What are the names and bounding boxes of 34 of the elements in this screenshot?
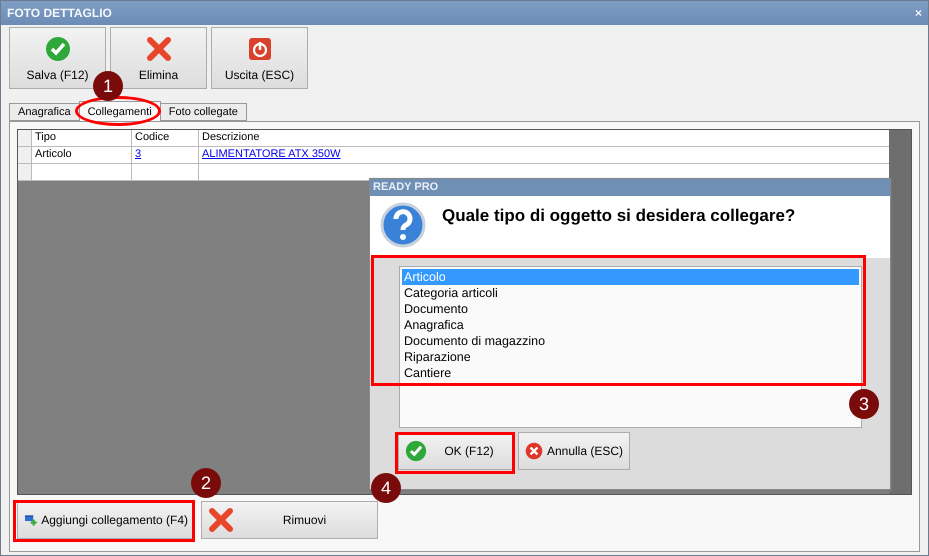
dialog-question: Quale tipo di oggetto si desidera collegare? bbox=[442, 205, 796, 227]
cross-icon bbox=[146, 36, 172, 62]
check-icon bbox=[405, 440, 427, 462]
power-icon bbox=[246, 36, 272, 62]
row-header bbox=[18, 130, 31, 146]
toolbar-button[interactable]: Salva (F12) bbox=[9, 27, 106, 89]
row-header bbox=[18, 164, 31, 180]
toolbar-button[interactable]: Elimina bbox=[110, 27, 207, 89]
list-item[interactable]: Documento di magazzino bbox=[402, 333, 859, 349]
cancel-icon bbox=[525, 440, 543, 462]
column-header[interactable]: Codice bbox=[131, 130, 198, 146]
check-icon bbox=[44, 36, 70, 62]
dialog-button[interactable]: Annulla (ESC) bbox=[518, 432, 630, 470]
row-header bbox=[18, 147, 31, 163]
column-header[interactable]: Tipo bbox=[31, 130, 131, 146]
list-item[interactable]: Cantiere bbox=[402, 365, 859, 381]
list-item[interactable]: Documento bbox=[402, 301, 859, 317]
tab[interactable]: Anagrafica bbox=[9, 103, 80, 121]
tab[interactable]: Foto collegate bbox=[160, 103, 247, 121]
window-title: FOTO DETTAGLIO bbox=[7, 6, 112, 20]
list-item[interactable]: Categoria articoli bbox=[402, 285, 859, 301]
tab[interactable]: Collegamenti bbox=[78, 101, 161, 121]
list-item[interactable]: Riparazione bbox=[402, 349, 859, 365]
cross-icon bbox=[208, 507, 234, 533]
list-item[interactable]: Anagrafica bbox=[402, 317, 859, 333]
question-icon bbox=[380, 202, 426, 248]
toolbar-button[interactable]: Uscita (ESC) bbox=[211, 27, 308, 89]
action-button[interactable]: Aggiungi collegamento (F4) bbox=[17, 501, 195, 539]
table-row[interactable]: Articolo 3 ALIMENTATORE ATX 350W bbox=[18, 147, 889, 164]
dialog-button[interactable]: OK (F12) bbox=[398, 432, 514, 470]
dialog-title: READY PRO bbox=[370, 179, 890, 196]
action-button[interactable]: Rimuovi bbox=[201, 501, 378, 539]
table-cell: Articolo bbox=[31, 147, 131, 163]
code-link[interactable]: 3 bbox=[131, 147, 198, 163]
